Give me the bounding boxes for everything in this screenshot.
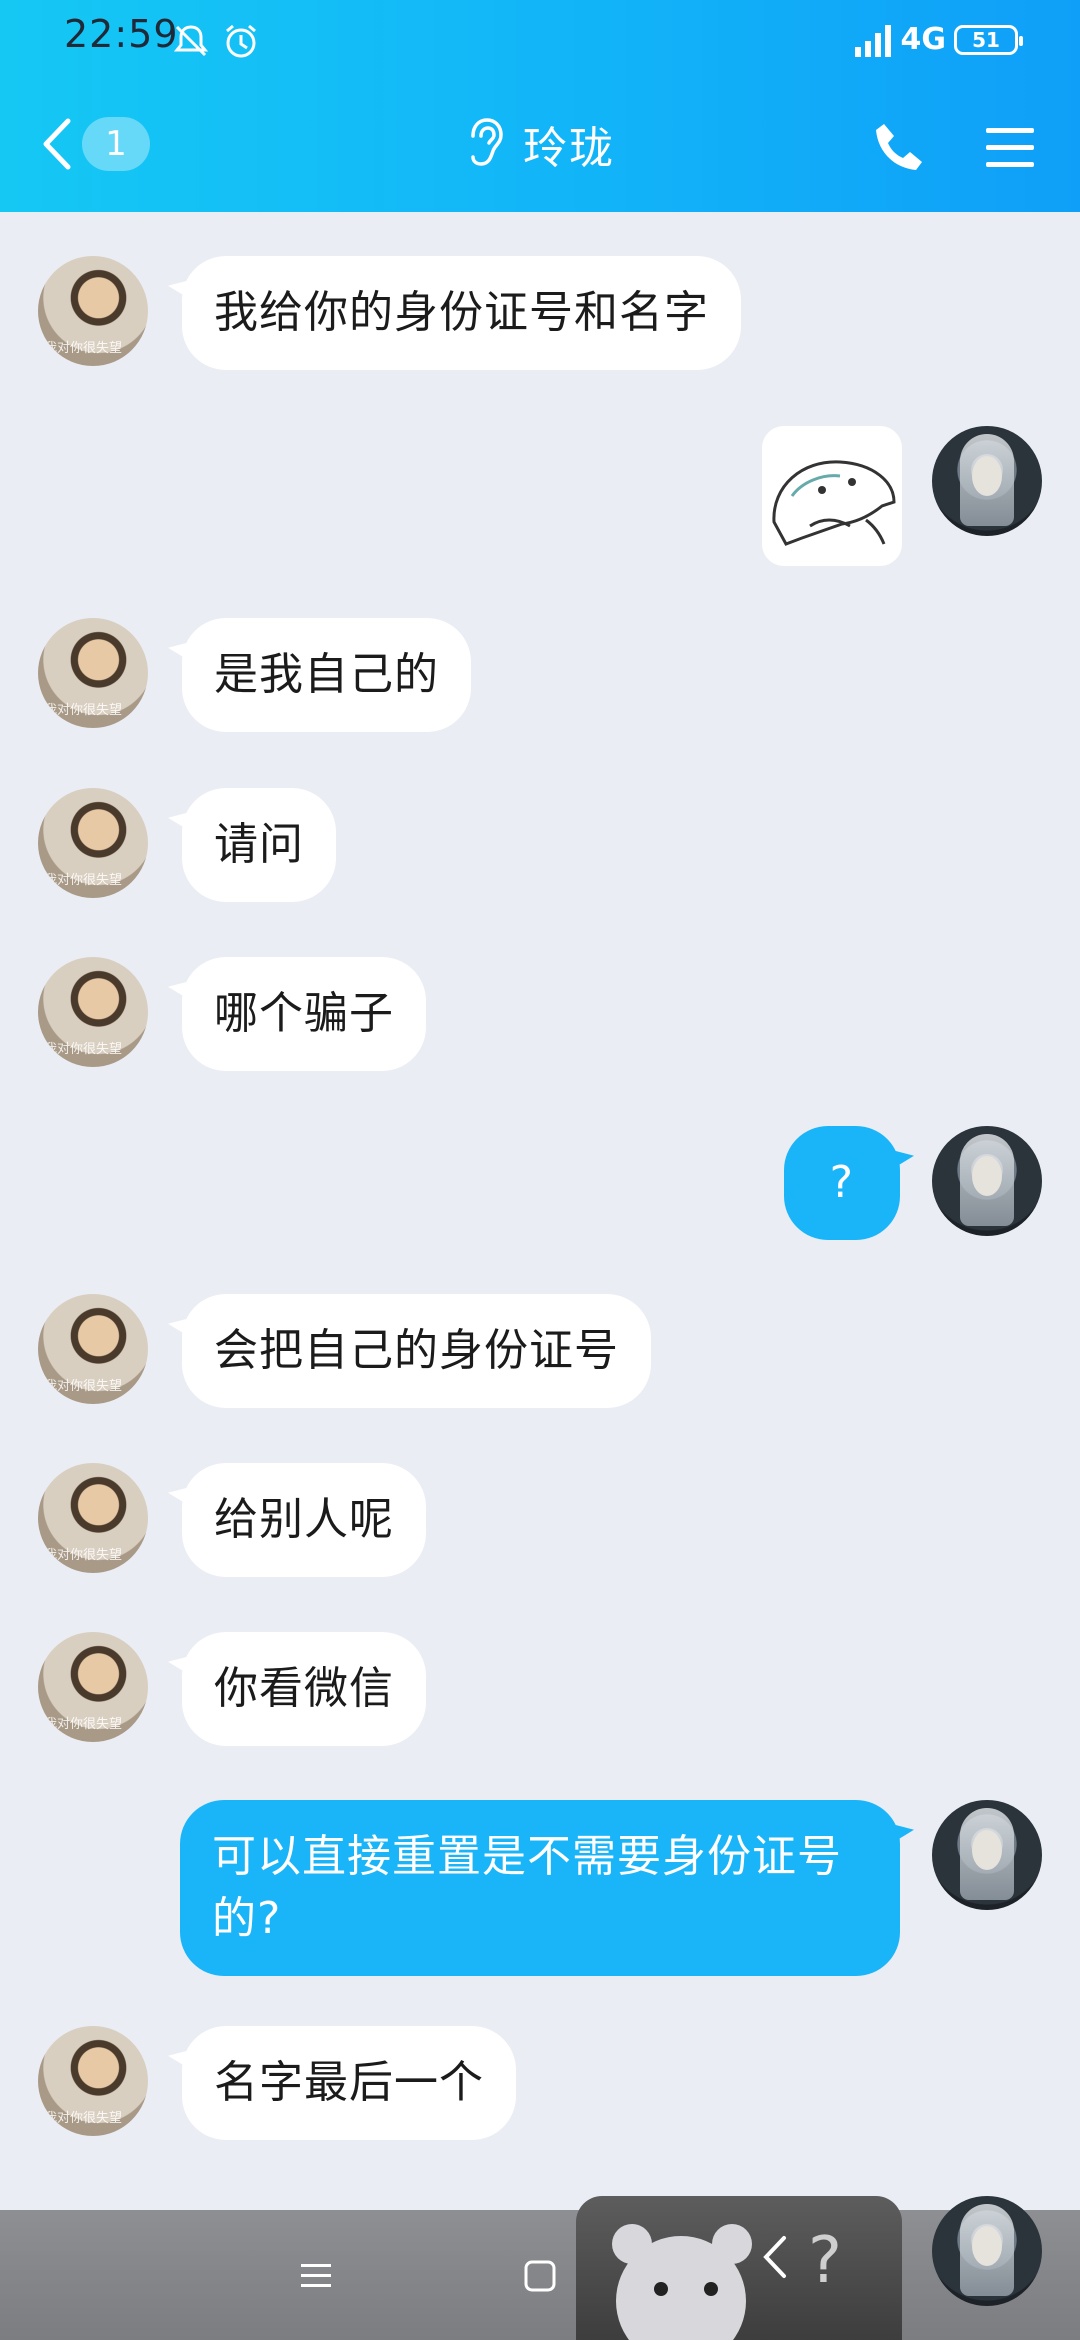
bell-off-icon [172,22,210,60]
avatar-caption: 我对你很失望 [44,1717,123,1732]
avatar-caption: 我对你很失望 [44,2111,123,2126]
floating-eye-right [704,2282,718,2296]
friend-avatar[interactable]: 我对你很失望 [38,256,148,366]
self-message-bubble[interactable]: ? [783,1126,900,1240]
network-type: 4G [900,22,947,57]
friend-message-bubble[interactable]: 会把自己的身份证号 [182,1294,651,1408]
message-row: 我对你很失望 我给你的身份证号和名字 [0,256,1080,370]
message-row: 我对你很失望 名字最后一个 [0,2026,1080,2140]
message-row: 可以直接重置是不需要身份证号的? [0,1800,1080,1976]
friend-message-bubble[interactable]: 给别人呢 [182,1463,426,1577]
friend-message-bubble[interactable]: 你看微信 [182,1632,426,1746]
message-row [0,426,1080,566]
message-row: 我对你很失望 给别人呢 [0,1463,1080,1577]
message-row: 我对你很失望 哪个骗子 [0,957,1080,1071]
self-avatar[interactable] [932,2196,1042,2306]
recent-apps-button[interactable] [288,2248,344,2304]
status-icons-left [172,22,260,60]
self-avatar[interactable] [932,1800,1042,1910]
avatar-caption: 我对你很失望 [44,703,123,718]
sticker-image[interactable] [762,426,902,566]
message-row: 我对你很失望 会把自己的身份证号 [0,1294,1080,1408]
back-button[interactable]: 1 [40,112,170,176]
friend-avatar[interactable]: 我对你很失望 [38,1632,148,1742]
friend-avatar[interactable]: 我对你很失望 [38,2026,148,2136]
self-message-bubble[interactable]: 可以直接重置是不需要身份证号的? [180,1800,900,1976]
message-row: ? [0,1126,1080,1240]
friend-message-bubble[interactable]: 请问 [182,788,336,902]
home-button[interactable] [512,2248,568,2304]
avatar-caption: 我对你很失望 [44,341,123,356]
avatar-caption: 我对你很失望 [44,1042,123,1057]
message-row: 我对你很失望 你看微信 [0,1632,1080,1746]
chat-screen: 22:59 4G 51 1 玲珑 我对你很失望 我给你的身份证号和名字 我对你很… [0,0,1080,2340]
phone-icon [870,124,930,182]
nav-bar: 1 玲珑 [0,92,1080,196]
floating-eye-left [654,2282,668,2296]
friend-avatar[interactable]: 我对你很失望 [38,618,148,728]
message-row: 我对你很失望 请问 [0,788,1080,902]
friend-avatar[interactable]: 我对你很失望 [38,788,148,898]
friend-message-bubble[interactable]: 名字最后一个 [182,2026,516,2140]
system-navigation-bar [0,2210,1080,2340]
contact-name[interactable]: 玲珑 [523,112,615,176]
call-button[interactable] [870,118,930,178]
unread-count-badge: 1 [82,117,150,171]
chevron-left-icon [40,117,74,171]
battery-indicator: 51 [954,24,1023,55]
menu-button[interactable] [980,118,1040,178]
menu-lines-icon [299,2261,333,2291]
square-icon [523,2259,557,2293]
back-nav-icon[interactable] [762,2234,788,2284]
friend-message-bubble[interactable]: 我给你的身份证号和名字 [182,256,741,370]
friend-message-bubble[interactable]: 哪个骗子 [182,957,426,1071]
friend-avatar[interactable]: 我对你很失望 [38,1463,148,1573]
self-avatar[interactable] [932,426,1042,536]
avatar-caption: 我对你很失望 [44,1548,123,1563]
chat-header: 22:59 4G 51 1 玲珑 [0,0,1080,212]
friend-avatar[interactable]: 我对你很失望 [38,1294,148,1404]
status-bar: 22:59 4G 51 [0,0,1080,80]
status-icons-right: 4G 51 [853,22,1023,57]
ear-icon[interactable] [465,116,505,172]
signal-icon [853,23,893,57]
sticker-drawing [772,460,896,546]
floating-window-label: ? [808,2224,842,2298]
message-row: 我对你很失望 是我自己的 [0,618,1080,732]
battery-level: 51 [972,27,1000,52]
hamburger-menu-icon [980,128,1040,182]
avatar-caption: 我对你很失望 [44,1379,123,1394]
friend-avatar[interactable]: 我对你很失望 [38,957,148,1067]
status-time: 22:59 [64,12,179,56]
alarm-icon [222,22,260,60]
friend-message-bubble[interactable]: 是我自己的 [182,618,471,732]
floating-window[interactable]: ? [576,2196,902,2340]
self-avatar[interactable] [932,1126,1042,1236]
avatar-caption: 我对你很失望 [44,873,123,888]
